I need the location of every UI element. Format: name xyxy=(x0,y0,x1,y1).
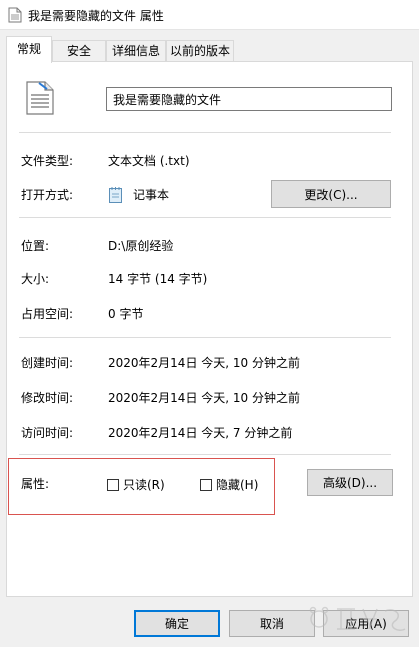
readonly-label: 只读(R) xyxy=(123,478,165,492)
hidden-label: 隐藏(H) xyxy=(216,478,259,492)
size-value: 14 字节 (14 字节) xyxy=(108,272,208,286)
window-title: 我是需要隐藏的文件 属性 xyxy=(28,9,164,23)
hidden-checkbox[interactable]: 隐藏(H) xyxy=(200,476,258,493)
readonly-checkbox-box[interactable] xyxy=(107,478,119,491)
size-label: 大小: xyxy=(21,272,50,286)
separator xyxy=(19,454,391,455)
change-button[interactable]: 更改(C)... xyxy=(271,180,391,208)
separator xyxy=(19,217,391,218)
tab-general[interactable]: 常规 xyxy=(6,36,52,63)
advanced-button[interactable]: 高级(D)... xyxy=(307,469,393,496)
title-bar: 我是需要隐藏的文件 属性 xyxy=(0,0,419,30)
cancel-button[interactable]: 取消 xyxy=(229,610,315,637)
tab-security[interactable]: 安全 xyxy=(52,40,106,62)
text-document-icon xyxy=(26,81,54,115)
created-value: 2020年2月14日 今天, 10 分钟之前 xyxy=(108,356,300,370)
disk-size-value: 0 字节 xyxy=(108,307,144,321)
disk-size-label: 占用空间: xyxy=(21,307,74,321)
text-file-icon xyxy=(8,7,22,23)
file-type-label: 文件类型: xyxy=(21,154,74,168)
tab-previous-versions[interactable]: 以前的版本 xyxy=(166,40,234,62)
accessed-value: 2020年2月14日 今天, 7 分钟之前 xyxy=(108,426,293,440)
file-name-input[interactable] xyxy=(106,87,392,111)
separator xyxy=(19,132,391,133)
tab-details[interactable]: 详细信息 xyxy=(106,40,166,62)
location-value: D:\原创经验 xyxy=(108,239,174,253)
modified-value: 2020年2月14日 今天, 10 分钟之前 xyxy=(108,391,300,405)
apply-button[interactable]: 应用(A) xyxy=(323,610,409,637)
created-label: 创建时间: xyxy=(21,356,74,370)
open-with-value: 记事本 xyxy=(133,188,170,202)
accessed-label: 访问时间: xyxy=(21,426,74,440)
general-panel: 文件类型: 文本文档 (.txt) 打开方式: 记事本 更改(C)... 位置:… xyxy=(6,61,413,597)
location-label: 位置: xyxy=(21,239,50,253)
modified-label: 修改时间: xyxy=(21,391,74,405)
notepad-icon xyxy=(109,187,122,203)
file-type-value: 文本文档 (.txt) xyxy=(108,154,190,168)
separator xyxy=(19,337,391,338)
open-with-label: 打开方式: xyxy=(21,188,74,202)
ok-button[interactable]: 确定 xyxy=(134,610,220,637)
attributes-label: 属性: xyxy=(21,477,50,491)
readonly-checkbox[interactable]: 只读(R) xyxy=(107,476,165,493)
hidden-checkbox-box[interactable] xyxy=(200,478,212,491)
